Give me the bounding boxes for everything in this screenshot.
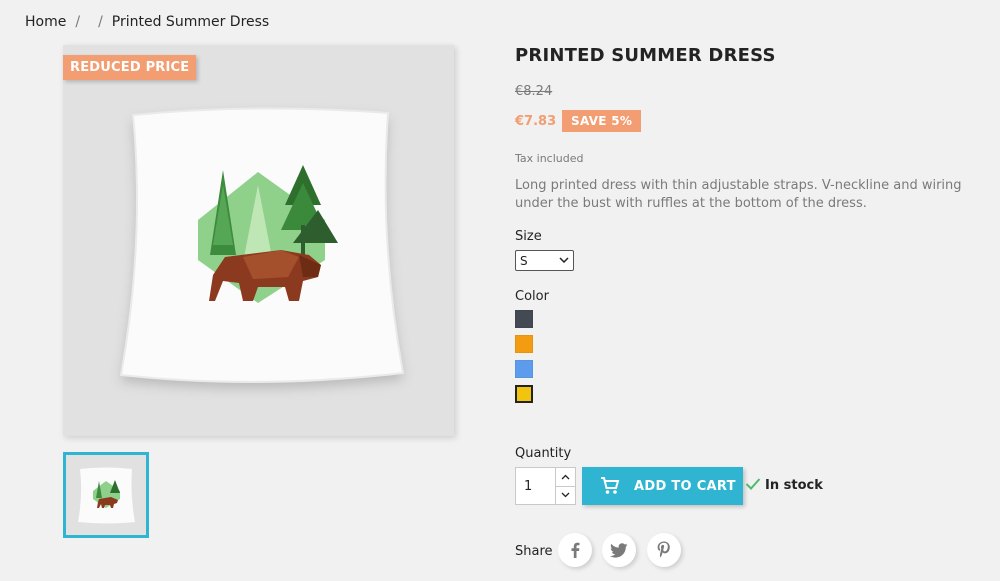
add-to-cart-button[interactable]: ADD TO CART bbox=[582, 467, 743, 505]
tax-label: Tax included bbox=[515, 152, 584, 165]
pinterest-icon bbox=[657, 541, 670, 558]
quantity-label: Quantity bbox=[515, 446, 572, 461]
chevron-up-icon bbox=[561, 474, 570, 480]
pillow-image bbox=[119, 107, 405, 384]
breadcrumb-separator: / bbox=[98, 14, 103, 30]
share-label: Share bbox=[515, 544, 553, 559]
breadcrumb: Home / / Printed Summer Dress bbox=[25, 14, 269, 30]
color-swatch-blue[interactable] bbox=[515, 360, 533, 378]
share-pinterest-button[interactable] bbox=[647, 533, 681, 567]
stock-status: In stock bbox=[745, 476, 823, 495]
share-twitter-button[interactable] bbox=[602, 533, 636, 567]
color-swatch-dark-grey[interactable] bbox=[515, 310, 533, 328]
current-price: €7.83 bbox=[515, 114, 557, 129]
share-facebook-button[interactable] bbox=[558, 533, 592, 567]
chevron-down-icon bbox=[559, 255, 569, 266]
stock-label: In stock bbox=[765, 478, 823, 493]
shopping-cart-icon bbox=[600, 477, 620, 495]
product-title: PRINTED SUMMER DRESS bbox=[515, 45, 776, 66]
color-swatch-orange[interactable] bbox=[515, 335, 533, 353]
breadcrumb-separator: / bbox=[75, 14, 81, 30]
product-thumbnail[interactable] bbox=[63, 452, 149, 538]
quantity-buttons bbox=[555, 468, 575, 504]
product-description: Long printed dress with thin adjustable … bbox=[515, 178, 962, 211]
discount-badge: SAVE 5% bbox=[562, 110, 642, 132]
quantity-input[interactable]: 1 bbox=[516, 468, 555, 504]
chevron-down-icon bbox=[561, 492, 570, 498]
quantity-decrease-button[interactable] bbox=[556, 485, 575, 505]
size-select[interactable]: S bbox=[515, 250, 574, 271]
add-to-cart-label: ADD TO CART bbox=[634, 478, 736, 494]
color-swatch-yellow[interactable] bbox=[515, 385, 533, 403]
facebook-icon bbox=[571, 542, 580, 558]
thumbnail-image bbox=[78, 467, 135, 524]
size-label: Size bbox=[515, 229, 542, 244]
reduced-price-flag: REDUCED PRICE bbox=[63, 55, 197, 80]
quantity-stepper: 1 bbox=[515, 467, 576, 505]
check-icon bbox=[745, 476, 761, 495]
quantity-increase-button[interactable] bbox=[556, 468, 575, 486]
twitter-icon bbox=[610, 542, 628, 558]
product-main-image[interactable] bbox=[63, 45, 454, 436]
breadcrumb-current: Printed Summer Dress bbox=[111, 14, 270, 30]
breadcrumb-home[interactable]: Home bbox=[25, 14, 66, 30]
regular-price: €8.24 bbox=[515, 84, 553, 99]
size-selected-value: S bbox=[520, 253, 528, 268]
color-label: Color bbox=[515, 289, 549, 304]
